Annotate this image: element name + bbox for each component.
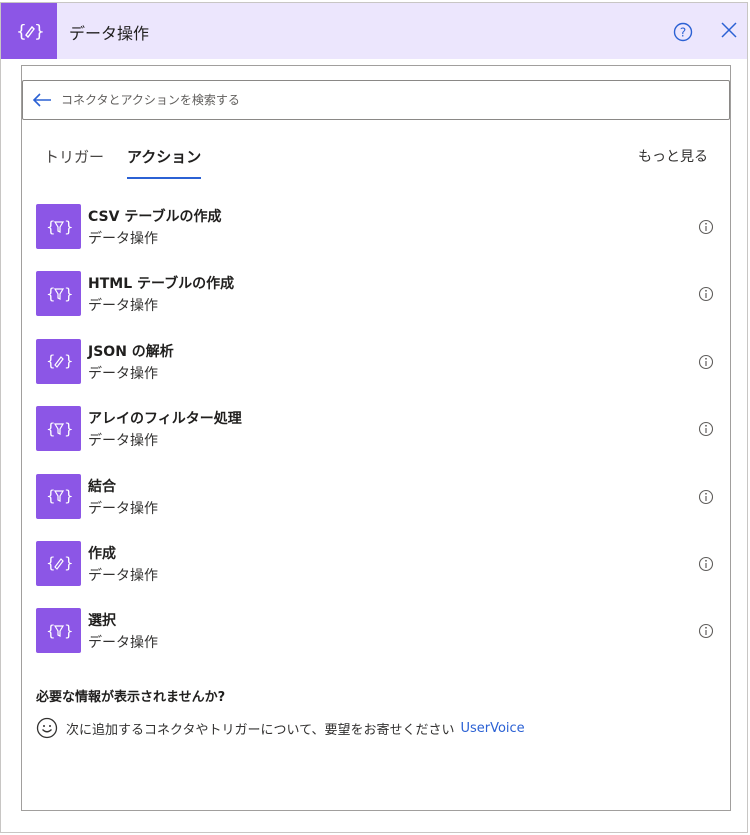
info-icon[interactable] bbox=[698, 489, 714, 505]
back-arrow-icon bbox=[32, 93, 51, 107]
data-operation-panel: { } データ操作 ? トリ bbox=[0, 2, 748, 833]
panel-title: データ操作 bbox=[69, 24, 150, 43]
info-icon[interactable] bbox=[698, 623, 714, 639]
action-item-create-csv-table[interactable]: {} CSV テーブルの作成 データ操作 bbox=[36, 204, 724, 271]
svg-text:{: { bbox=[16, 22, 27, 42]
svg-text:{: { bbox=[46, 554, 56, 572]
action-subtitle: データ操作 bbox=[88, 433, 158, 450]
info-icon[interactable] bbox=[698, 286, 714, 302]
filter-braces-icon: {} bbox=[36, 406, 81, 452]
action-title: CSV テーブルの作成 bbox=[88, 209, 222, 225]
svg-text:}: } bbox=[64, 285, 73, 303]
action-title: アレイのフィルター処理 bbox=[88, 411, 242, 428]
question-circle-icon: ? bbox=[673, 22, 693, 42]
svg-text:}: } bbox=[64, 487, 73, 505]
tab-triggers[interactable]: トリガー bbox=[44, 146, 104, 179]
see-more-link[interactable]: もっと見る bbox=[638, 146, 708, 166]
svg-text:{: { bbox=[46, 487, 56, 505]
action-item-join[interactable]: {} 結合 データ操作 bbox=[36, 473, 724, 541]
action-subtitle: データ操作 bbox=[88, 567, 158, 584]
uservoice-link[interactable]: UserVoice bbox=[460, 721, 524, 736]
filter-braces-icon: {} bbox=[36, 204, 81, 249]
action-subtitle: データ操作 bbox=[88, 635, 158, 652]
svg-text:}: } bbox=[64, 218, 73, 236]
data-operation-icon: { } bbox=[1, 3, 57, 59]
svg-text:}: } bbox=[64, 622, 73, 640]
action-subtitle: データ操作 bbox=[88, 231, 158, 247]
info-icon[interactable] bbox=[698, 219, 714, 235]
action-title: 作成 bbox=[88, 545, 116, 562]
svg-text:{: { bbox=[46, 218, 56, 236]
svg-text:?: ? bbox=[680, 26, 686, 40]
action-title: 結合 bbox=[88, 478, 116, 495]
pencil-braces-icon: {} bbox=[36, 540, 81, 586]
tab-actions[interactable]: アクション bbox=[127, 146, 202, 179]
svg-text:}: } bbox=[64, 554, 73, 572]
missing-info-heading: 必要な情報が表示されませんか? bbox=[36, 690, 226, 705]
back-arrow-button[interactable] bbox=[31, 89, 53, 111]
info-icon[interactable] bbox=[698, 354, 714, 370]
action-subtitle: データ操作 bbox=[88, 298, 158, 315]
info-icon[interactable] bbox=[698, 556, 714, 572]
help-button[interactable]: ? bbox=[672, 21, 694, 43]
svg-text:{: { bbox=[46, 622, 56, 640]
action-item-create-html-table[interactable]: {} HTML テーブルの作成 データ操作 bbox=[36, 271, 724, 338]
action-subtitle: データ操作 bbox=[88, 500, 158, 517]
search-input[interactable] bbox=[59, 92, 703, 108]
action-title: HTML テーブルの作成 bbox=[88, 276, 235, 293]
action-title: JSON の解析 bbox=[88, 343, 174, 360]
panel-header: { } データ操作 ? bbox=[1, 3, 747, 59]
action-item-select[interactable]: {} 選択 データ操作 bbox=[36, 608, 724, 675]
action-item-compose[interactable]: {} 作成 データ操作 bbox=[36, 540, 724, 608]
action-item-parse-json[interactable]: {} JSON の解析 データ操作 bbox=[36, 338, 724, 406]
feedback-row: 次に追加するコネクタやトリガーについて、要望をお寄せください UserVoice bbox=[36, 717, 525, 739]
action-item-filter-array[interactable]: {} アレイのフィルター処理 データ操作 bbox=[36, 406, 724, 473]
svg-text:{: { bbox=[46, 420, 56, 438]
svg-text:{: { bbox=[46, 285, 56, 303]
filter-braces-icon: {} bbox=[36, 271, 81, 317]
action-title: 選択 bbox=[88, 613, 116, 630]
smile-icon bbox=[36, 717, 58, 739]
filter-braces-icon: {} bbox=[36, 608, 81, 654]
info-icon[interactable] bbox=[698, 421, 714, 437]
filter-braces-icon: {} bbox=[36, 473, 81, 519]
action-subtitle: データ操作 bbox=[88, 365, 158, 382]
search-box[interactable] bbox=[22, 80, 730, 120]
svg-text:{: { bbox=[46, 352, 56, 370]
action-list: {} CSV テーブルの作成 データ操作 {} HTML テーブルの作成 データ… bbox=[36, 204, 724, 676]
close-icon bbox=[721, 22, 737, 38]
panel-content: トリガー アクション もっと見る {} CSV テーブルの作成 データ操作 {} bbox=[21, 65, 731, 811]
close-button[interactable] bbox=[717, 18, 741, 42]
svg-text:}: } bbox=[64, 420, 73, 438]
pencil-braces-icon: {} bbox=[36, 338, 81, 384]
tab-bar: トリガー アクション もっと見る bbox=[22, 140, 730, 186]
svg-text:}: } bbox=[34, 22, 44, 42]
svg-text:}: } bbox=[64, 352, 73, 370]
feedback-text: 次に追加するコネクタやトリガーについて、要望をお寄せください bbox=[66, 722, 455, 738]
